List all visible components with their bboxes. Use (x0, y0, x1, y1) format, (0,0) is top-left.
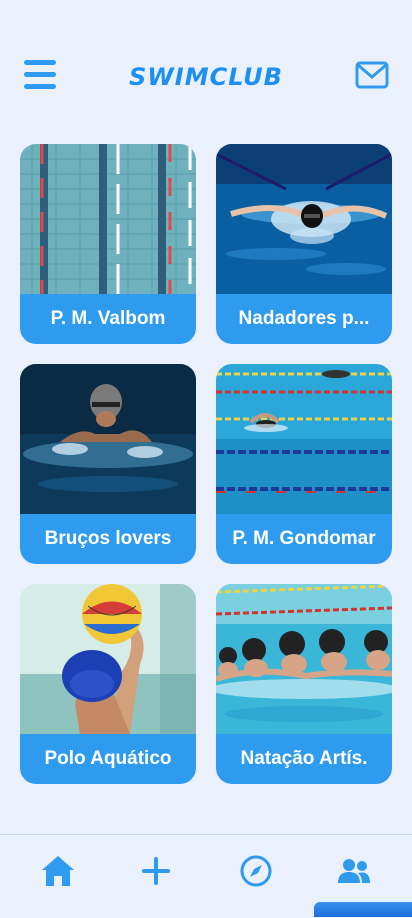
breaststroke-swimmer-image (20, 364, 196, 514)
app-title: SWIMCLUB (129, 63, 283, 91)
group-label: Polo Aquático (20, 734, 196, 784)
people-icon[interactable] (334, 851, 374, 891)
plus-icon[interactable] (136, 851, 176, 891)
group-label: P. M. Gondomar (216, 514, 392, 564)
swim-race-image (216, 364, 392, 514)
butterfly-swimmer-image (216, 144, 392, 294)
group-label: Natação Artís. (216, 734, 392, 784)
app-header: SWIMCLUB (0, 0, 412, 120)
group-label: P. M. Valbom (20, 294, 196, 344)
group-card-valbom[interactable]: P. M. Valbom (20, 144, 196, 344)
group-card-nadadores[interactable]: Nadadores p... (216, 144, 392, 344)
synchronized-swimming-image (216, 584, 392, 734)
pool-lanes-image (20, 144, 196, 294)
active-tab-indicator (314, 902, 412, 917)
envelope-icon[interactable] (355, 60, 389, 90)
group-label: Nadadores p... (216, 294, 392, 344)
group-card-brucos[interactable]: Bruços lovers (20, 364, 196, 564)
group-label: Bruços lovers (20, 514, 196, 564)
group-card-natacao-artistica[interactable]: Natação Artís. (216, 584, 392, 784)
group-card-polo[interactable]: Polo Aquático (20, 584, 196, 784)
group-card-gondomar[interactable]: P. M. Gondomar (216, 364, 392, 564)
compass-icon[interactable] (236, 851, 276, 891)
home-icon[interactable] (38, 851, 78, 891)
water-polo-image (20, 584, 196, 734)
